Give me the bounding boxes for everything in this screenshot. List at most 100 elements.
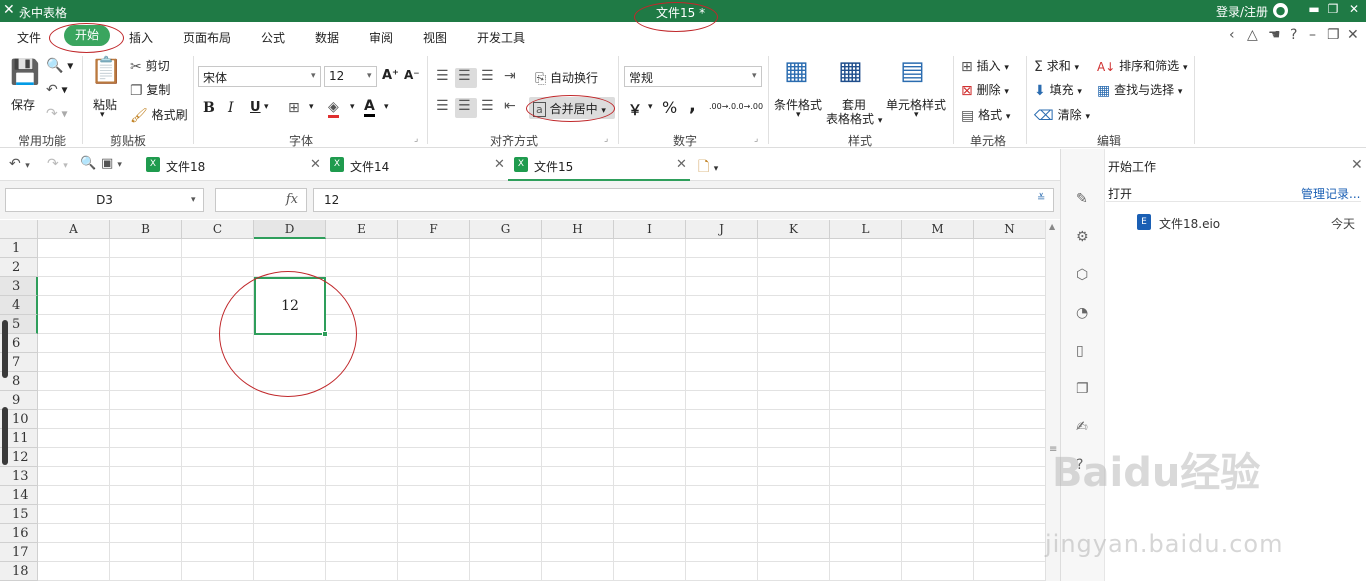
restore-icon[interactable]: ❐ bbox=[1325, 2, 1341, 16]
column-header[interactable]: L bbox=[830, 220, 902, 239]
column-header[interactable]: F bbox=[398, 220, 470, 239]
fx-icon[interactable]: fx bbox=[286, 192, 298, 207]
column-header[interactable]: I bbox=[614, 220, 686, 239]
select-all-corner[interactable] bbox=[0, 220, 38, 239]
cube-icon[interactable]: ⬡ bbox=[1076, 267, 1088, 283]
redo-icon[interactable]: ↷ ▾ bbox=[47, 156, 68, 172]
currency-button[interactable]: ￥ bbox=[628, 100, 642, 120]
login-link[interactable]: 登录/注册 bbox=[1216, 3, 1268, 20]
minimize-doc-icon[interactable]: – bbox=[1309, 27, 1316, 43]
dialog-launcher-icon[interactable]: ⌟ bbox=[604, 134, 608, 144]
underline-button[interactable]: U bbox=[250, 100, 261, 115]
decrease-decimal-button[interactable]: .0→.00 bbox=[736, 102, 763, 111]
copy-icon[interactable]: ❐ bbox=[1076, 381, 1089, 397]
menu-view[interactable]: 视图 bbox=[423, 29, 447, 46]
column-header[interactable]: A bbox=[38, 220, 110, 239]
new-document-icon[interactable]: 🗋 ▾ bbox=[698, 156, 718, 180]
cut-button[interactable]: ✂ 剪切 bbox=[130, 57, 170, 75]
collapse-ribbon-icon[interactable]: △ bbox=[1247, 27, 1258, 43]
edit-icon[interactable]: ✍ bbox=[1076, 419, 1088, 435]
fill-button[interactable]: ⬇ 填充 ▾ bbox=[1034, 81, 1082, 99]
column-header[interactable]: K bbox=[758, 220, 830, 239]
chevron-down-icon[interactable]: ▾ bbox=[350, 102, 355, 112]
user-icon[interactable]: ● bbox=[1273, 3, 1288, 18]
name-box[interactable]: D3 bbox=[5, 188, 204, 212]
sliders-icon[interactable]: ⚙ bbox=[1076, 229, 1089, 245]
menu-file[interactable]: 文件 bbox=[17, 29, 41, 46]
conditional-format-icon[interactable]: ▦ bbox=[784, 56, 809, 86]
chevron-down-icon[interactable]: ▾ bbox=[752, 71, 757, 81]
border-icon[interactable]: ⊞ bbox=[288, 100, 300, 116]
row-header[interactable]: 2 bbox=[0, 258, 38, 277]
table-format-button[interactable]: 表格格式 ▾ bbox=[826, 110, 882, 127]
paste-icon[interactable]: 📋 bbox=[90, 56, 122, 86]
print-preview-icon[interactable]: 🔍 bbox=[80, 156, 96, 171]
insert-cells-button[interactable]: ⊞ 插入 ▾ bbox=[961, 57, 1009, 75]
table-format-icon[interactable]: ▦ bbox=[838, 56, 863, 86]
redo-icon[interactable]: ↷ ▾ bbox=[46, 106, 68, 122]
tab-file14[interactable]: X 文件14 ✕ bbox=[326, 149, 508, 181]
formula-input[interactable]: 12 bbox=[313, 188, 1054, 212]
dialog-launcher-icon[interactable]: ⌟ bbox=[754, 134, 758, 144]
cell-style-icon[interactable]: ▤ bbox=[900, 56, 925, 86]
close-doc-icon[interactable]: ✕ bbox=[1347, 27, 1359, 43]
chevron-down-icon[interactable]: ▾ bbox=[796, 110, 801, 120]
pencil-icon[interactable]: ✎ bbox=[1076, 191, 1088, 207]
align-left-icon[interactable]: ☰ bbox=[436, 98, 449, 114]
chevron-down-icon[interactable]: ▾ bbox=[648, 102, 653, 112]
dialog-launcher-icon[interactable]: ⌟ bbox=[414, 134, 418, 144]
italic-button[interactable]: I bbox=[228, 100, 234, 116]
font-name-select[interactable]: 宋体 bbox=[198, 66, 321, 87]
column-header[interactable]: B bbox=[110, 220, 182, 239]
row-header[interactable]: 3 bbox=[0, 277, 38, 296]
copy-button[interactable]: ❐ 复制 bbox=[130, 81, 170, 99]
menu-page-layout[interactable]: 页面布局 bbox=[183, 29, 231, 46]
fill-color-icon[interactable]: ◈ bbox=[328, 99, 339, 118]
align-right-icon[interactable]: ☰ bbox=[481, 98, 494, 114]
indent-icon[interactable]: ⇥ bbox=[504, 68, 516, 84]
sort-filter-button[interactable]: A↓ 排序和筛选 ▾ bbox=[1097, 57, 1187, 74]
manage-records-link[interactable]: 管理记录... bbox=[1301, 185, 1360, 202]
save-icon[interactable]: 💾 bbox=[10, 58, 40, 86]
paste-dropdown-icon[interactable]: ▾ bbox=[100, 110, 105, 120]
undo-icon[interactable]: ↶ ▾ bbox=[9, 156, 30, 172]
font-color-icon[interactable]: A bbox=[364, 98, 375, 117]
column-header[interactable]: H bbox=[542, 220, 614, 239]
column-header[interactable]: G bbox=[470, 220, 542, 239]
menu-review[interactable]: 审阅 bbox=[369, 29, 393, 46]
chevron-down-icon[interactable]: ▾ bbox=[367, 71, 372, 81]
tab-file15[interactable]: X 文件15 ✕ bbox=[510, 149, 692, 181]
number-format-select[interactable]: 常规 bbox=[624, 66, 762, 87]
row-header[interactable]: 17 bbox=[0, 543, 38, 562]
bold-button[interactable]: B bbox=[203, 100, 215, 116]
align-center-icon[interactable]: ☰ bbox=[458, 98, 471, 114]
hand-icon[interactable]: ☚ bbox=[1268, 27, 1281, 43]
expand-formula-icon[interactable]: ≚ bbox=[1037, 193, 1045, 204]
row-header[interactable]: 1 bbox=[0, 239, 38, 258]
format-painter-button[interactable]: 🖌 格式刷 bbox=[130, 106, 188, 124]
left-side-handle[interactable] bbox=[2, 407, 8, 465]
chevron-down-icon[interactable]: ▾ bbox=[191, 195, 196, 205]
close-tab-icon[interactable]: ✕ bbox=[310, 157, 321, 172]
function-box[interactable]: fx bbox=[215, 188, 307, 212]
align-middle-icon[interactable]: ☰ bbox=[458, 68, 471, 84]
align-top-icon[interactable]: ☰ bbox=[436, 68, 449, 84]
close-tab-icon[interactable]: ✕ bbox=[676, 157, 687, 172]
format-cells-button[interactable]: ▤ 格式 ▾ bbox=[961, 106, 1010, 124]
column-header[interactable]: E bbox=[326, 220, 398, 239]
find-select-button[interactable]: ▦ 查找与选择 ▾ bbox=[1097, 81, 1182, 99]
column-header[interactable]: J bbox=[686, 220, 758, 239]
cell-area[interactable] bbox=[38, 239, 1045, 581]
row-header[interactable]: 13 bbox=[0, 467, 38, 486]
pie-icon[interactable]: ◔ bbox=[1076, 305, 1088, 321]
column-header[interactable]: D bbox=[254, 220, 326, 239]
comma-button[interactable]: , bbox=[689, 95, 696, 116]
align-bottom-icon[interactable]: ☰ bbox=[481, 68, 494, 84]
restore-doc-icon[interactable]: ❐ bbox=[1327, 27, 1340, 43]
left-side-handle[interactable] bbox=[2, 320, 8, 378]
increase-font-icon[interactable]: A⁺ bbox=[382, 68, 399, 83]
sum-button[interactable]: Σ 求和 ▾ bbox=[1034, 57, 1079, 75]
save-button[interactable]: 保存 bbox=[11, 96, 35, 113]
menu-developer[interactable]: 开发工具 bbox=[477, 29, 525, 46]
wrap-text-button[interactable]: ⎘ 自动换行 bbox=[535, 69, 598, 87]
